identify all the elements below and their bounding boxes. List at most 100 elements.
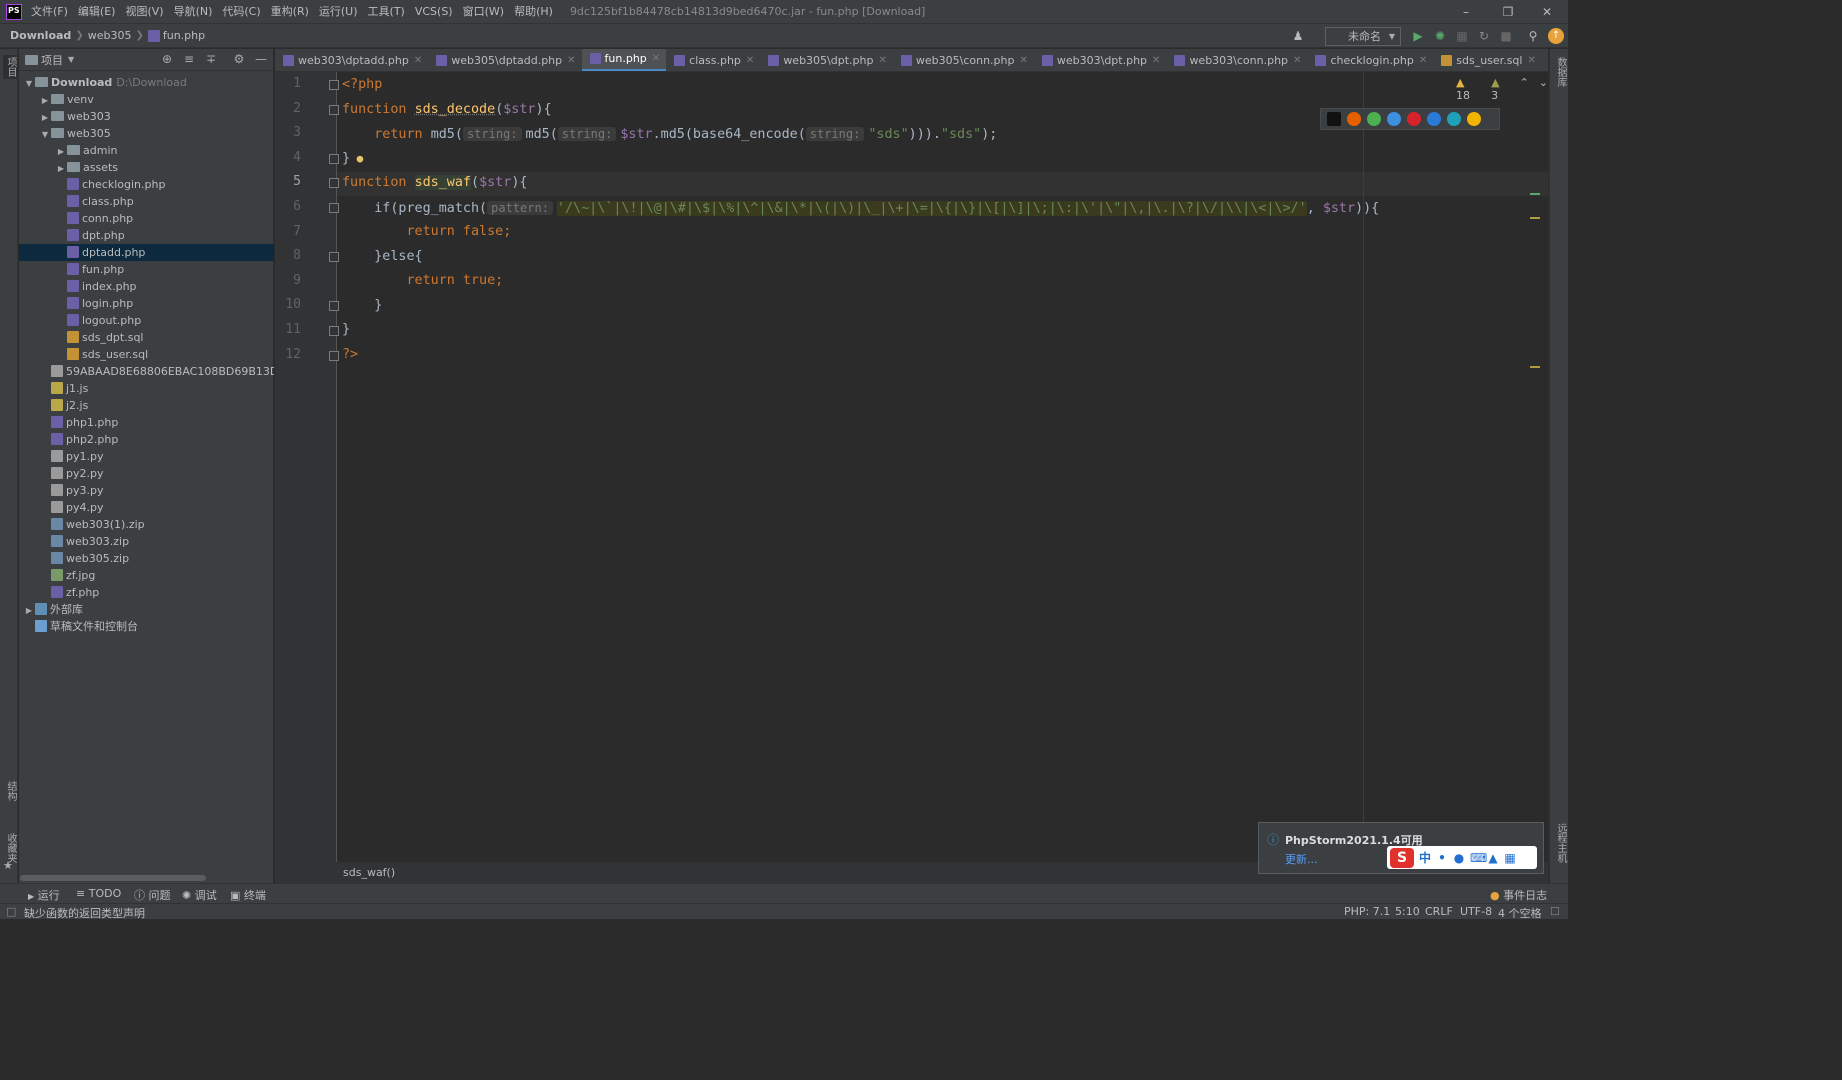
menu-navigate[interactable]: 导航(N) <box>169 0 218 24</box>
tree-file[interactable]: zf.php <box>19 584 274 601</box>
menu-view[interactable]: 视图(V) <box>120 0 168 24</box>
close-tab-icon[interactable]: ✕ <box>567 49 575 71</box>
chevron-down-icon[interactable]: ▼ <box>39 126 51 142</box>
editor-tab[interactable]: sds_user.sql ✕ <box>1433 49 1542 71</box>
update-link[interactable]: 更新... <box>1285 851 1318 867</box>
tree-file[interactable]: web305.zip <box>19 550 274 567</box>
search-icon[interactable]: ⚲ <box>1525 28 1541 44</box>
menu-edit[interactable]: 编辑(E) <box>73 0 121 24</box>
minimize-icon[interactable]: – <box>1445 0 1487 24</box>
warning-marker[interactable] <box>1530 217 1540 219</box>
chevron-right-icon[interactable]: ▶ <box>23 602 35 618</box>
editor-tab[interactable]: class.php ✕ <box>666 49 760 71</box>
fold-marker-icon[interactable] <box>329 178 339 189</box>
tree-file[interactable]: sds_dpt.sql <box>19 329 274 346</box>
maximize-icon[interactable]: ❐ <box>1487 0 1529 24</box>
editor-tab[interactable]: checklogin.php ✕ <box>1307 49 1433 71</box>
tree-file[interactable]: sds_user.sql <box>19 346 274 363</box>
close-tab-icon[interactable]: ✕ <box>1152 49 1160 71</box>
run-configuration-select[interactable]: 未命名 ▼ <box>1325 27 1401 46</box>
tree-file[interactable]: zf.jpg <box>19 567 274 584</box>
fold-marker-icon[interactable] <box>329 252 339 263</box>
chevron-down-icon[interactable]: ▼ <box>68 55 74 64</box>
status-window-icon[interactable]: □ <box>6 905 16 918</box>
menu-refactor[interactable]: 重构(R) <box>266 0 314 24</box>
problems-tool-button[interactable]: ⓘ 问题 <box>134 887 171 903</box>
toolbox-icon[interactable]: ▦ <box>1504 852 1516 864</box>
tree-file[interactable]: checklogin.php <box>19 176 274 193</box>
breadcrumb-project[interactable]: Download <box>0 29 75 42</box>
editor-tab[interactable]: web305\conn.php ✕ <box>893 49 1034 71</box>
menu-tools[interactable]: 工具(T) <box>363 0 410 24</box>
keyboard-icon[interactable]: ⌨ <box>1470 852 1487 864</box>
tree-folder[interactable]: ▶ web303 <box>19 108 274 125</box>
caret-position[interactable]: 5:10 <box>1395 905 1420 918</box>
stop-icon[interactable]: ■ <box>1498 28 1514 44</box>
edge-icon[interactable] <box>1447 112 1461 126</box>
ie-icon[interactable] <box>1427 112 1441 126</box>
menu-file[interactable]: 文件(F) <box>26 0 73 24</box>
tree-file[interactable]: fun.php <box>19 261 274 278</box>
close-tab-icon[interactable]: ✕ <box>1293 49 1301 71</box>
tree-folder[interactable]: ▶ assets <box>19 159 274 176</box>
code-editor[interactable]: 1 2 3 4 5 6 7 8 9 10 11 12 <?php function sds_decod… <box>275 72 1548 862</box>
coverage-icon[interactable]: ▦ <box>1454 28 1470 44</box>
menu-run[interactable]: 运行(U) <box>314 0 363 24</box>
editor-tab[interactable]: web305\dptadd.php ✕ <box>428 49 581 71</box>
horizontal-scrollbar[interactable] <box>20 875 206 881</box>
tree-file[interactable]: 草稿文件和控制台 <box>19 618 274 635</box>
warning-marker[interactable] <box>1530 366 1540 368</box>
lock-icon[interactable]: ☐ <box>1550 905 1560 918</box>
tree-file[interactable]: dpt.php <box>19 227 274 244</box>
chevron-right-icon[interactable]: ▶ <box>39 92 51 108</box>
opera-icon[interactable] <box>1407 112 1421 126</box>
user-icon[interactable]: ♟ <box>1290 28 1306 44</box>
inspection-widget[interactable]: ▲ 18 ▲ 3 ⌃ ⌄ <box>1456 76 1548 102</box>
tree-folder[interactable]: ▶ admin <box>19 142 274 159</box>
chevron-right-icon[interactable]: ▶ <box>55 160 67 176</box>
fold-marker-icon[interactable] <box>329 350 339 361</box>
php-version[interactable]: PHP: 7.1 <box>1344 905 1390 918</box>
close-icon[interactable]: ✕ <box>1526 0 1568 24</box>
close-tab-icon[interactable]: ✕ <box>414 49 422 71</box>
ime-mode[interactable]: 中 <box>1419 852 1431 864</box>
tree-file[interactable]: conn.php <box>19 210 274 227</box>
microphone-icon[interactable]: ● <box>1453 852 1465 864</box>
fold-marker-icon[interactable] <box>329 203 339 213</box>
menu-window[interactable]: 窗口(W) <box>458 0 509 24</box>
fold-marker-icon[interactable] <box>329 80 339 90</box>
tree-file[interactable]: j1.js <box>19 380 274 397</box>
tree-folder[interactable]: ▼ Download D:\Download <box>19 74 274 91</box>
expand-all-icon[interactable]: ≡ <box>182 52 196 66</box>
line-separator[interactable]: CRLF <box>1425 905 1453 918</box>
tree-file[interactable]: php1.php <box>19 414 274 431</box>
editor-tab[interactable]: web305\dpt.php ✕ <box>760 49 893 71</box>
firefox-icon[interactable] <box>1347 112 1361 126</box>
close-tab-icon[interactable]: ✕ <box>1419 49 1427 71</box>
attach-icon[interactable]: ↻ <box>1476 28 1492 44</box>
tree-file[interactable]: py3.py <box>19 482 274 499</box>
hide-icon[interactable]: — <box>254 52 268 66</box>
chevron-up-icon[interactable]: ⌃ <box>1520 76 1529 102</box>
project-panel-title[interactable]: 项目 <box>41 52 63 68</box>
file-encoding[interactable]: UTF-8 <box>1460 905 1492 918</box>
chevron-right-icon[interactable]: ▶ <box>55 143 67 159</box>
tree-file[interactable]: web303.zip <box>19 533 274 550</box>
indent-setting[interactable]: 4 个空格 <box>1498 905 1542 921</box>
close-tab-icon[interactable]: ✕ <box>746 49 754 71</box>
close-tab-icon[interactable]: ✕ <box>878 49 886 71</box>
fold-marker-icon[interactable] <box>329 104 339 115</box>
collapse-all-icon[interactable]: ∓ <box>204 52 218 66</box>
chrome-icon[interactable] <box>1367 112 1381 126</box>
tree-file[interactable]: class.php <box>19 193 274 210</box>
close-tab-icon[interactable]: ✕ <box>1019 49 1027 71</box>
locate-icon[interactable]: ⊕ <box>160 52 174 66</box>
todo-tool-button[interactable]: ≡ TODO <box>76 887 121 900</box>
fold-marker-icon[interactable] <box>329 326 339 336</box>
debug-tool-button[interactable]: ✺ 调试 <box>182 887 217 903</box>
project-tool-button[interactable]: 项目 <box>3 55 18 79</box>
chevron-down-icon[interactable]: ▼ <box>23 75 35 91</box>
lightbulb-icon[interactable]: ● <box>350 152 364 165</box>
database-tool-button[interactable]: 数据库 <box>1553 57 1568 87</box>
tree-file[interactable]: php2.php <box>19 431 274 448</box>
